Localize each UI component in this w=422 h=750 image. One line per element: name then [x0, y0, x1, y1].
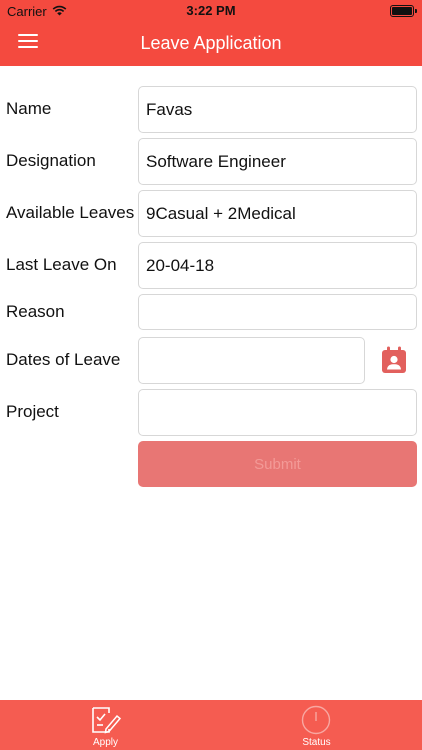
reason-label: Reason [6, 302, 65, 321]
last-leave-on-field[interactable] [138, 242, 417, 289]
designation-field[interactable] [138, 138, 417, 185]
submit-button[interactable]: Submit [138, 441, 417, 487]
name-field[interactable] [138, 86, 417, 133]
designation-label: Designation [6, 151, 96, 170]
project-label: Project [6, 402, 59, 421]
tab-apply-label: Apply [92, 737, 118, 748]
tab-bar: Apply Status [0, 700, 422, 750]
calendar-person-icon[interactable] [381, 346, 407, 374]
name-label: Name [6, 99, 52, 118]
last-leave-on-label: Last Leave On [6, 255, 117, 274]
tab-status-label: Status [302, 737, 331, 748]
available-leaves-label: Available Leaves [6, 203, 135, 222]
app-header: Carrier 3:22 PM Leave Application [0, 0, 422, 66]
page-title: Leave Application [140, 33, 282, 53]
reason-field[interactable] [138, 294, 417, 330]
clock-time: 3:22 PM [186, 3, 236, 18]
status-bar: Carrier 3:22 PM [0, 0, 422, 22]
dates-of-leave-field[interactable] [138, 337, 365, 384]
dates-of-leave-label: Dates of Leave [6, 350, 121, 369]
project-field[interactable] [138, 389, 417, 436]
available-leaves-field[interactable] [138, 190, 417, 237]
status-clock-icon [301, 705, 331, 735]
tab-status[interactable]: Status [211, 700, 422, 750]
apply-form-icon [92, 707, 121, 734]
battery-icon [390, 5, 417, 17]
tab-apply[interactable]: Apply [0, 700, 211, 750]
